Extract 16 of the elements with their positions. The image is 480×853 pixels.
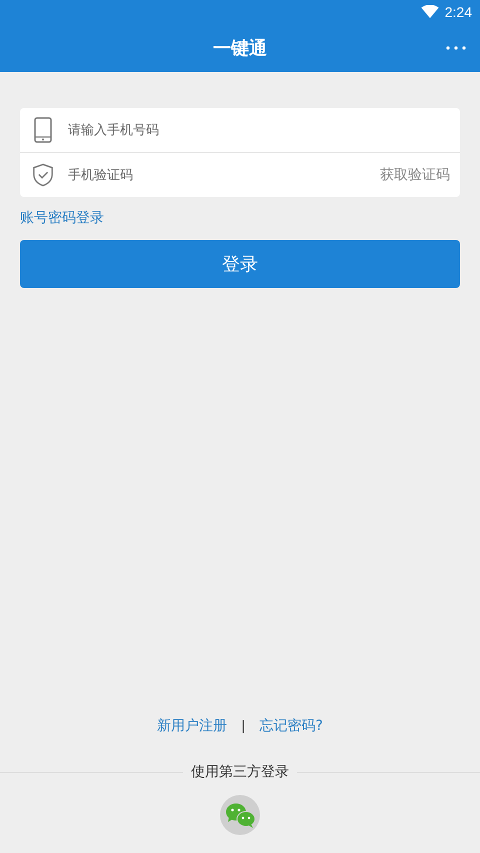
- phone-icon: [32, 117, 54, 143]
- separator: |: [241, 718, 246, 734]
- register-link[interactable]: 新用户注册: [157, 717, 228, 735]
- login-button[interactable]: 登录: [20, 240, 460, 288]
- status-time: 2:24: [444, 4, 472, 20]
- shield-check-icon: [32, 163, 54, 187]
- chat-bubbles-icon[interactable]: [220, 795, 260, 835]
- code-input-field[interactable]: 手机验证码: [66, 166, 368, 184]
- app-title: 一键通: [213, 37, 267, 60]
- third-party-login-label: 使用第三方登录: [183, 763, 297, 781]
- password-login-link[interactable]: 账号密码登录: [20, 209, 104, 227]
- phone-input-field[interactable]: 请输入手机号码: [66, 122, 450, 138]
- more-icon[interactable]: [446, 46, 466, 50]
- wifi-icon: [420, 5, 439, 19]
- forgot-password-link[interactable]: 忘记密码?: [259, 717, 323, 735]
- get-code-button[interactable]: 获取验证码: [380, 166, 450, 184]
